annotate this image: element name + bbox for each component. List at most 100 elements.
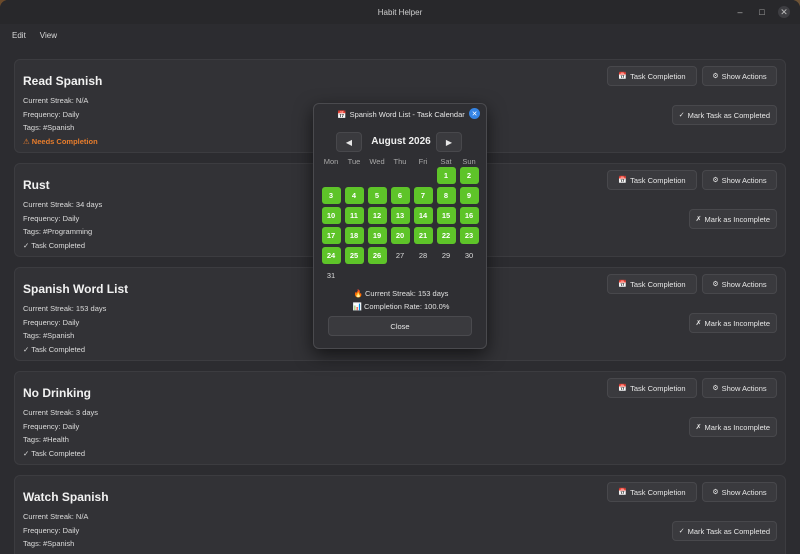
task-completion-label: Task Completion — [630, 487, 686, 497]
show-actions-button[interactable]: ⚙ Show Actions — [702, 274, 777, 294]
calendar-day[interactable]: 27 — [391, 247, 410, 264]
calendar-day-completed[interactable]: 4 — [344, 187, 364, 204]
calendar-day-completed[interactable]: 18 — [344, 227, 364, 244]
prev-month-button[interactable]: ◀ — [336, 132, 362, 152]
calendar-icon: 📅 — [618, 281, 628, 288]
action-label: Mark as Incomplete — [704, 422, 770, 432]
mark-complete-button[interactable]: ✓ Mark Task as Completed — [671, 105, 777, 125]
show-actions-button[interactable]: ⚙ Show Actions — [702, 170, 777, 190]
calendar-day-completed[interactable]: 12 — [367, 207, 387, 224]
calendar-day-completed[interactable]: 1 — [436, 167, 456, 184]
streak-label: Current Streak: 153 days — [23, 304, 107, 313]
calendar-day-completed[interactable]: 22 — [436, 227, 456, 244]
maximize-icon[interactable]: □ — [756, 6, 768, 18]
calendar-day-completed[interactable]: 10 — [321, 207, 341, 224]
calendar-day-completed[interactable]: 25 — [344, 247, 364, 264]
status-label: ✓ Task Completed — [23, 241, 86, 250]
show-actions-label: Show Actions — [721, 487, 767, 497]
habit-title: Rust — [23, 178, 50, 192]
calendar-day-completed[interactable]: 20 — [390, 227, 410, 244]
frequency-label: Frequency: Daily — [23, 422, 80, 431]
tags-label: Tags: #Health — [23, 435, 69, 444]
check-icon: ✓ — [678, 528, 685, 535]
calendar-day-completed[interactable]: 9 — [459, 187, 479, 204]
habit-title: Spanish Word List — [23, 282, 129, 296]
check-icon: ✓ — [678, 112, 685, 119]
show-actions-button[interactable]: ⚙ Show Actions — [702, 378, 777, 398]
x-icon: ✗ — [695, 424, 702, 431]
dialog-title: Spanish Word List - Task Calendar — [349, 109, 465, 119]
weekday-header: Mon — [323, 157, 339, 166]
calendar-icon: 📅 — [618, 177, 628, 184]
show-actions-button[interactable]: ⚙ Show Actions — [702, 66, 777, 86]
mark-incomplete-button[interactable]: ✗ Mark as Incomplete — [688, 209, 777, 229]
menu-view[interactable]: View — [40, 31, 57, 40]
calendar-day-completed[interactable]: 15 — [436, 207, 456, 224]
mark-complete-button[interactable]: ✓ Mark Task as Completed — [671, 521, 777, 541]
show-actions-label: Show Actions — [721, 175, 767, 185]
calendar-day-completed[interactable]: 8 — [436, 187, 456, 204]
weekday-header: Fri — [418, 157, 428, 166]
close-icon[interactable]: ✕ — [778, 6, 790, 18]
calendar-day-completed[interactable]: 5 — [367, 187, 387, 204]
calendar-day[interactable]: 29 — [437, 247, 456, 264]
calendar-day-completed[interactable]: 16 — [459, 207, 479, 224]
habit-title: No Drinking — [23, 386, 91, 400]
calendar-day-completed[interactable]: 17 — [321, 227, 341, 244]
weekday-header: Thu — [393, 157, 407, 166]
calendar-icon: 📅 — [618, 489, 628, 496]
tags-label: Tags: #Spanish — [23, 123, 75, 132]
close-button[interactable]: Close — [328, 316, 472, 336]
calendar-day-completed[interactable]: 2 — [459, 167, 479, 184]
mark-incomplete-button[interactable]: ✗ Mark as Incomplete — [688, 417, 777, 437]
calendar-day[interactable]: 30 — [460, 247, 479, 264]
minimize-icon[interactable]: – — [734, 6, 746, 18]
calendar-icon: 📅 — [618, 73, 628, 80]
frequency-label: Frequency: Daily — [23, 526, 80, 535]
task-completion-button[interactable]: 📅 Task Completion — [607, 378, 697, 398]
task-completion-label: Task Completion — [630, 383, 686, 393]
calendar-day-completed[interactable]: 13 — [390, 207, 410, 224]
calendar-day-completed[interactable]: 26 — [367, 247, 387, 264]
habit-card: No Drinking Current Streak: 3 days Frequ… — [14, 371, 786, 465]
task-completion-label: Task Completion — [630, 175, 686, 185]
calendar-day-completed[interactable]: 21 — [413, 227, 433, 244]
calendar-day-completed[interactable]: 7 — [413, 187, 433, 204]
action-label: Mark Task as Completed — [687, 526, 770, 536]
mark-incomplete-button[interactable]: ✗ Mark as Incomplete — [688, 313, 777, 333]
streak-label: Current Streak: N/A — [23, 96, 89, 105]
show-actions-button[interactable]: ⚙ Show Actions — [702, 482, 777, 502]
calendar-day-completed[interactable]: 3 — [321, 187, 341, 204]
gear-icon: ⚙ — [712, 281, 719, 288]
calendar-day-completed[interactable]: 23 — [459, 227, 479, 244]
dialog-close-icon[interactable]: ✕ — [469, 108, 480, 119]
calendar-day[interactable]: 31 — [322, 267, 341, 284]
task-completion-label: Task Completion — [630, 71, 686, 81]
task-completion-button[interactable]: 📅 Task Completion — [607, 482, 697, 502]
task-completion-button[interactable]: 📅 Task Completion — [607, 170, 697, 190]
streak-label: Current Streak: 3 days — [23, 408, 99, 417]
weekday-header: Sun — [462, 157, 476, 166]
calendar-day-completed[interactable]: 19 — [367, 227, 387, 244]
calendar-day-completed[interactable]: 14 — [413, 207, 433, 224]
show-actions-label: Show Actions — [721, 279, 767, 289]
menu-edit[interactable]: Edit — [12, 31, 26, 40]
calendar-day-completed[interactable]: 24 — [321, 247, 341, 264]
show-actions-label: Show Actions — [721, 383, 767, 393]
weekday-header: Wed — [369, 157, 385, 166]
calendar-day-completed[interactable]: 11 — [344, 207, 364, 224]
task-completion-button[interactable]: 📅 Task Completion — [607, 274, 697, 294]
status-label: ✓ Task Completed — [23, 449, 86, 458]
calendar-icon: 📅 — [337, 109, 347, 119]
app-window: Habit Helper – □ ✕ Edit View Read Spanis… — [0, 0, 800, 554]
habit-title: Watch Spanish — [23, 490, 109, 504]
action-label: Mark Task as Completed — [687, 110, 770, 120]
next-month-button[interactable]: ▶ — [436, 132, 462, 152]
frequency-label: Frequency: Daily — [23, 214, 80, 223]
weekday-header: Sat — [440, 157, 452, 166]
window-title: Habit Helper — [377, 7, 423, 17]
calendar-day-completed[interactable]: 6 — [390, 187, 410, 204]
frequency-label: Frequency: Daily — [23, 318, 80, 327]
calendar-day[interactable]: 28 — [414, 247, 433, 264]
task-completion-button[interactable]: 📅 Task Completion — [607, 66, 697, 86]
